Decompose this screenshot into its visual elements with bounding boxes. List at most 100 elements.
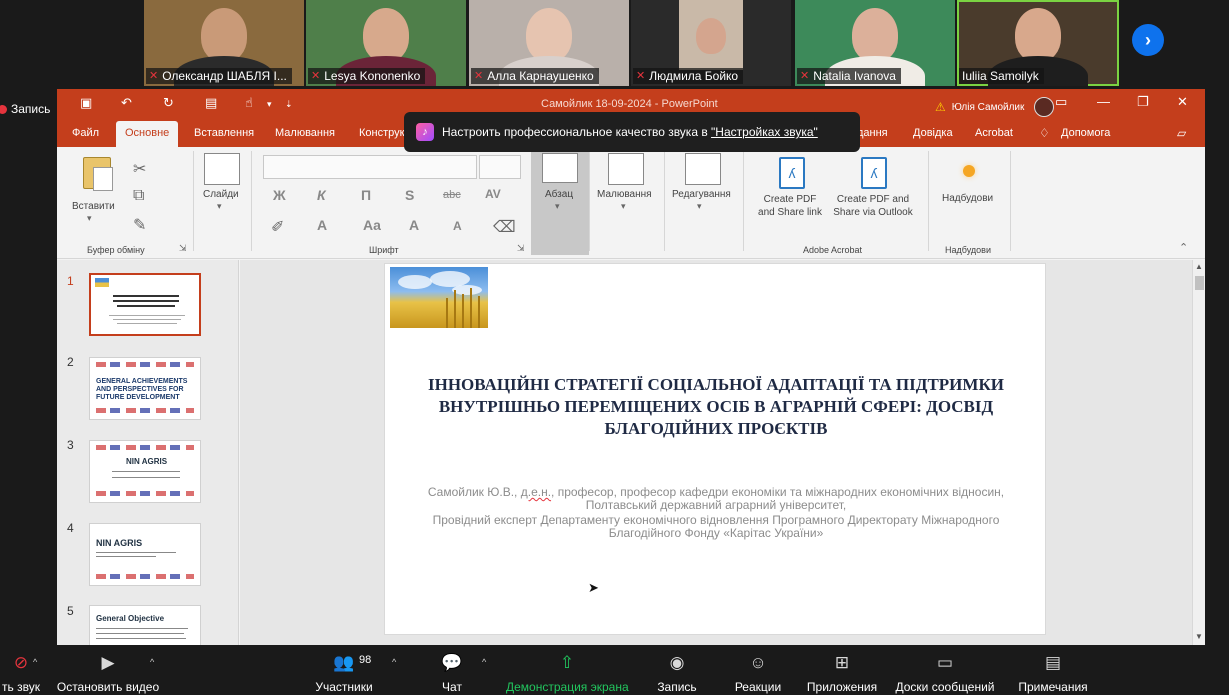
dropdown-icon[interactable]: ▾ bbox=[267, 99, 272, 110]
recording-indicator[interactable]: Запись bbox=[0, 101, 50, 117]
chevron-up-icon[interactable]: ^ bbox=[33, 657, 37, 667]
italic-button[interactable]: К bbox=[317, 187, 326, 203]
editing-button[interactable]: Редагування bbox=[672, 189, 731, 200]
audio-quality-notification[interactable]: ♪ Настроить профессиональное качество зв… bbox=[404, 112, 860, 152]
copy-icon[interactable]: ⧉ bbox=[133, 187, 144, 205]
format-painter-icon[interactable]: ✎ bbox=[133, 215, 146, 235]
tab-help[interactable]: Довідка bbox=[913, 127, 953, 139]
participant-tile-active-speaker[interactable]: Iuliia Samoilyk bbox=[957, 0, 1119, 86]
font-name-combo[interactable] bbox=[263, 155, 477, 179]
participant-tile[interactable]: ✕ Олександр ШАБЛЯ І... bbox=[144, 0, 304, 86]
restore-icon[interactable]: ❐ bbox=[1137, 94, 1149, 110]
reactions-button[interactable]: ☺ Реакции bbox=[732, 651, 784, 694]
clear-formatting-icon[interactable]: ⌫ bbox=[493, 217, 516, 237]
minimize-icon[interactable]: — bbox=[1097, 94, 1110, 109]
collapse-ribbon-icon[interactable]: ⌃ bbox=[1179, 241, 1188, 254]
shadow-button[interactable]: S bbox=[405, 187, 414, 203]
slide-title[interactable]: ІННОВАЦІЙНІ СТРАТЕГІЇ СОЦІАЛЬНОЇ АДАПТАЦ… bbox=[425, 374, 1007, 440]
search-icon[interactable] bbox=[685, 153, 721, 185]
paragraph-button[interactable]: Абзац ▾ bbox=[531, 147, 589, 255]
font-color-button[interactable]: A bbox=[317, 217, 327, 233]
touch-mode-icon[interactable]: ☝ bbox=[245, 95, 253, 111]
paste-button[interactable]: Вставити bbox=[72, 201, 115, 212]
chevron-up-icon[interactable]: ^ bbox=[482, 657, 486, 667]
tab-home[interactable]: Основне bbox=[116, 121, 179, 147]
slides-button[interactable]: Слайди bbox=[203, 189, 239, 200]
participant-tile[interactable]: ✕ Natalia Ivanova bbox=[795, 0, 955, 86]
create-pdf-share-link-button[interactable]: Create PDF and Share link bbox=[755, 193, 825, 219]
character-spacing-button[interactable]: AV bbox=[485, 187, 501, 201]
participant-tile[interactable]: ✕ Алла Карнаушенко bbox=[469, 0, 629, 86]
chevron-up-icon[interactable]: ^ bbox=[150, 657, 154, 667]
comments-icon[interactable]: ▱ bbox=[1177, 126, 1186, 140]
tab-acrobat[interactable]: Acrobat bbox=[975, 127, 1013, 139]
notes-button[interactable]: ▤ Примечания bbox=[1016, 651, 1090, 694]
underline-button[interactable]: П bbox=[361, 187, 371, 203]
highlight-icon[interactable]: ✐ bbox=[271, 217, 284, 237]
addins-button[interactable]: Надбудови bbox=[942, 193, 993, 204]
participant-tile[interactable]: ✕ Людмила Бойко bbox=[631, 0, 791, 86]
tab-insert[interactable]: Вставлення bbox=[194, 127, 254, 139]
slide-subtitle[interactable]: Самойлик Ю.В., д.е.н., професор, професо… bbox=[425, 486, 1007, 540]
chevron-down-icon[interactable]: ▾ bbox=[697, 201, 702, 212]
slide-thumbnail[interactable]: GENERAL ACHIEVEMENTS AND PERSPECTIVES FO… bbox=[89, 357, 201, 420]
redo-icon[interactable]: ↻ bbox=[163, 95, 174, 111]
slide-thumbnail[interactable] bbox=[89, 273, 201, 336]
apps-button[interactable]: ⊞ Приложения bbox=[804, 651, 880, 694]
scroll-thumb[interactable] bbox=[1195, 276, 1204, 290]
dialog-launcher-icon[interactable]: ⇲ bbox=[517, 243, 525, 254]
audio-button[interactable]: ⊘ ть звук bbox=[0, 651, 44, 694]
whiteboards-button[interactable]: ▭ Доски сообщений bbox=[892, 651, 998, 694]
undo-icon[interactable]: ↶ bbox=[121, 95, 132, 111]
present-icon[interactable]: ▤ bbox=[205, 95, 217, 111]
dialog-launcher-icon[interactable]: ⇲ bbox=[179, 243, 187, 254]
pdf-outlook-icon[interactable]: ʎ bbox=[861, 157, 887, 189]
audio-settings-link[interactable]: "Настройках звука" bbox=[711, 125, 818, 139]
chevron-down-icon[interactable]: ▾ bbox=[217, 201, 222, 212]
chevron-up-icon[interactable]: ^ bbox=[392, 657, 396, 667]
tab-file[interactable]: Файл bbox=[72, 127, 99, 139]
change-case-button[interactable]: Aa bbox=[363, 217, 381, 233]
shrink-font-button[interactable]: A bbox=[453, 219, 462, 233]
user-account[interactable]: ⚠ Юлія Самойлик bbox=[935, 97, 1055, 117]
scroll-up-icon[interactable]: ▲ bbox=[1195, 262, 1203, 271]
save-icon[interactable]: ▣ bbox=[80, 95, 92, 111]
next-participants-arrow-icon[interactable]: › bbox=[1132, 24, 1164, 56]
strikethrough-button[interactable]: abc bbox=[443, 189, 461, 201]
drawing-button[interactable]: Малювання bbox=[597, 189, 652, 200]
stop-video-button[interactable]: ▶ Остановить видео bbox=[56, 651, 160, 694]
grow-font-button[interactable]: A bbox=[409, 217, 419, 233]
vertical-scrollbar[interactable]: ▲ ▼ bbox=[1192, 260, 1205, 645]
slide-thumbnail[interactable]: NIN AGRIS bbox=[89, 523, 201, 586]
close-icon[interactable]: ✕ bbox=[1177, 94, 1188, 110]
bold-button[interactable]: Ж bbox=[273, 187, 286, 203]
chevron-down-icon[interactable]: ▾ bbox=[87, 213, 92, 224]
slide-thumbnail[interactable]: General Objective bbox=[89, 605, 201, 645]
chat-button[interactable]: 💬 Чат bbox=[434, 651, 470, 694]
tab-view[interactable]: дання bbox=[857, 127, 888, 139]
cut-icon[interactable]: ✂ bbox=[133, 159, 146, 179]
participant-tile[interactable]: ✕ Lesya Kononenko bbox=[306, 0, 466, 86]
share-screen-button[interactable]: ⇧ Демонстрация экрана bbox=[506, 651, 629, 694]
tab-tell-me[interactable]: Допомога bbox=[1061, 127, 1110, 139]
font-group-label: Шрифт bbox=[369, 245, 399, 255]
tab-draw[interactable]: Малювання bbox=[275, 127, 335, 139]
font-size-combo[interactable] bbox=[479, 155, 521, 179]
mic-muted-icon: ✕ bbox=[311, 70, 321, 82]
clipboard-group-label: Буфер обміну bbox=[87, 245, 145, 255]
scroll-down-icon[interactable]: ▼ bbox=[1195, 632, 1203, 641]
addins-icon[interactable] bbox=[963, 165, 975, 177]
drawing-icon[interactable] bbox=[608, 153, 644, 185]
tab-design[interactable]: Конструк bbox=[359, 127, 404, 139]
avatar bbox=[1034, 97, 1055, 117]
current-slide[interactable]: ІННОВАЦІЙНІ СТРАТЕГІЇ СОЦІАЛЬНОЇ АДАПТАЦ… bbox=[384, 263, 1046, 635]
pdf-share-link-icon[interactable]: ʎ bbox=[779, 157, 805, 189]
ribbon-display-icon[interactable]: ▭ bbox=[1055, 94, 1067, 110]
share-screen-icon: ⇧ bbox=[559, 653, 575, 672]
create-pdf-outlook-button[interactable]: Create PDF and Share via Outlook bbox=[827, 193, 919, 219]
customize-icon[interactable]: ⇣ bbox=[285, 99, 293, 110]
new-slide-icon[interactable] bbox=[204, 153, 240, 185]
slide-thumbnail[interactable]: NIN AGRIS bbox=[89, 440, 201, 503]
record-button[interactable]: ◉ Запись bbox=[654, 651, 700, 694]
chevron-down-icon[interactable]: ▾ bbox=[621, 201, 626, 212]
